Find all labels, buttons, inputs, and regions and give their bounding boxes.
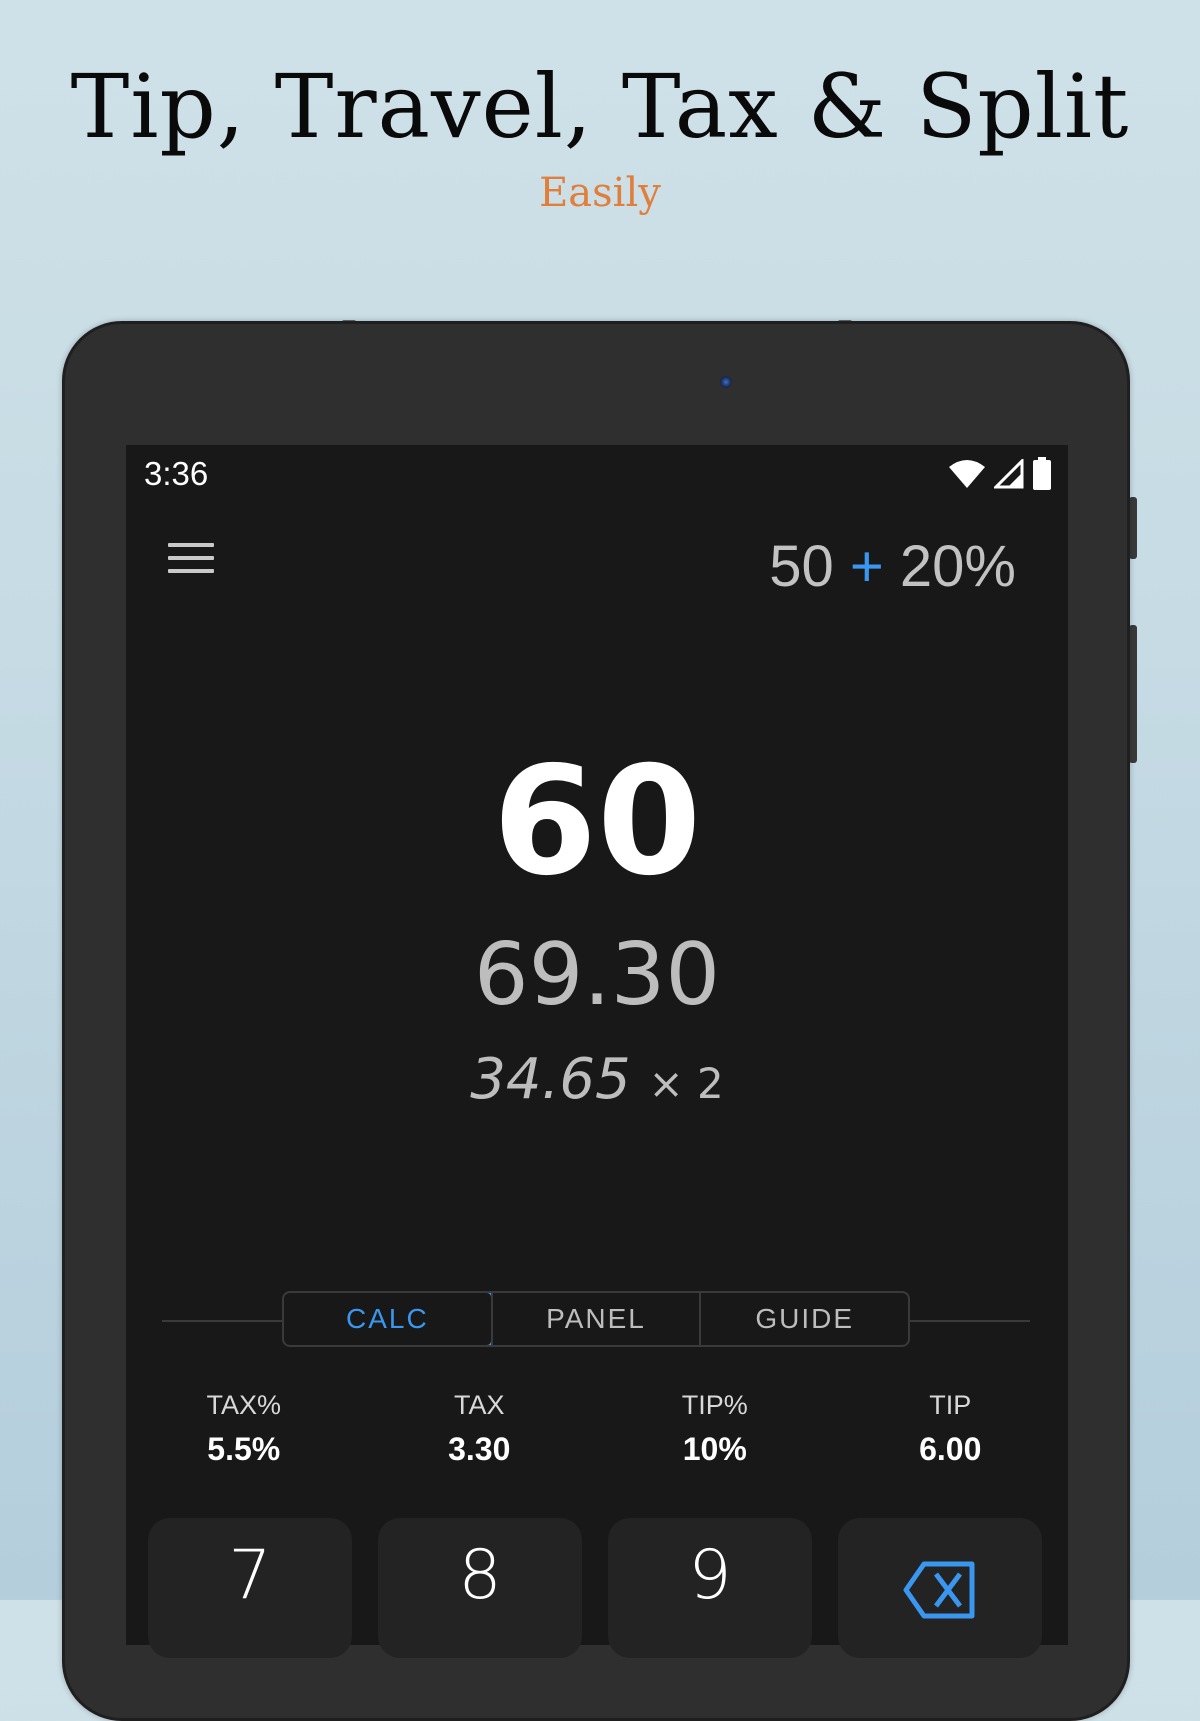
stats-row: TAX% 5.5% TAX 3.30 TIP% 10% TIP 6.00 <box>126 1390 1068 1468</box>
stat-tip-percent[interactable]: TIP% 10% <box>597 1390 833 1468</box>
key-8[interactable]: 8 <box>378 1518 582 1658</box>
key-label: 9 <box>688 1536 732 1615</box>
keypad: 7 8 9 <box>148 1518 1042 1658</box>
tab-divider-right <box>910 1320 1030 1322</box>
tab-guide[interactable]: GUIDE <box>699 1293 908 1345</box>
front-camera <box>720 376 732 388</box>
status-time: 3:36 <box>144 455 209 492</box>
stat-label: TIP <box>929 1390 972 1420</box>
stat-label: TIP% <box>681 1390 748 1420</box>
hamburger-menu-icon[interactable] <box>168 543 214 577</box>
total-value: 69.30 <box>473 925 721 1025</box>
tab-divider-left <box>162 1320 282 1322</box>
stat-tax-percent[interactable]: TAX% 5.5% <box>126 1390 362 1468</box>
key-9[interactable]: 9 <box>608 1518 812 1658</box>
stat-tip[interactable]: TIP 6.00 <box>833 1390 1069 1468</box>
backspace-key[interactable] <box>838 1518 1042 1658</box>
wifi-icon <box>949 460 985 488</box>
battery-icon <box>1033 457 1051 490</box>
signal-icon <box>994 459 1024 489</box>
promo-headline: Tip, Travel, Tax & Split <box>70 55 1130 158</box>
tablet-volume-button <box>1129 625 1137 763</box>
expression-operator: + <box>849 534 884 599</box>
app-screen: 3:36 50 + 20% 60 69.30 34.65 × 2 CALC PA… <box>126 445 1068 1658</box>
tab-panel[interactable]: PANEL <box>490 1293 700 1345</box>
split-display: 34.65 × 2 <box>126 1047 1068 1112</box>
split-multiplier: × 2 <box>648 1059 724 1108</box>
stat-value: 3.30 <box>448 1431 511 1467</box>
split-amount: 34.65 <box>470 1047 631 1112</box>
mode-tabs: CALC PANEL GUIDE <box>282 1291 910 1347</box>
stat-value: 5.5% <box>207 1431 281 1467</box>
backspace-icon <box>903 1561 975 1619</box>
tablet-power-button <box>1129 497 1137 559</box>
result-value: 60 <box>492 735 702 909</box>
expression-percent: 20% <box>899 534 1016 599</box>
stat-value: 6.00 <box>919 1431 982 1467</box>
key-label: 7 <box>228 1536 272 1615</box>
stat-label: TAX% <box>206 1390 281 1420</box>
key-7[interactable]: 7 <box>148 1518 352 1658</box>
stat-value: 10% <box>682 1431 747 1467</box>
promo-subheadline: Easily <box>539 170 661 216</box>
expression-operand: 50 <box>769 534 834 599</box>
expression-display: 50 + 20% <box>769 533 1016 600</box>
stat-label: TAX <box>453 1390 505 1420</box>
status-icons <box>948 457 1052 491</box>
tab-calc[interactable]: CALC <box>284 1293 493 1345</box>
stat-tax[interactable]: TAX 3.30 <box>362 1390 598 1468</box>
key-label: 8 <box>458 1536 502 1615</box>
